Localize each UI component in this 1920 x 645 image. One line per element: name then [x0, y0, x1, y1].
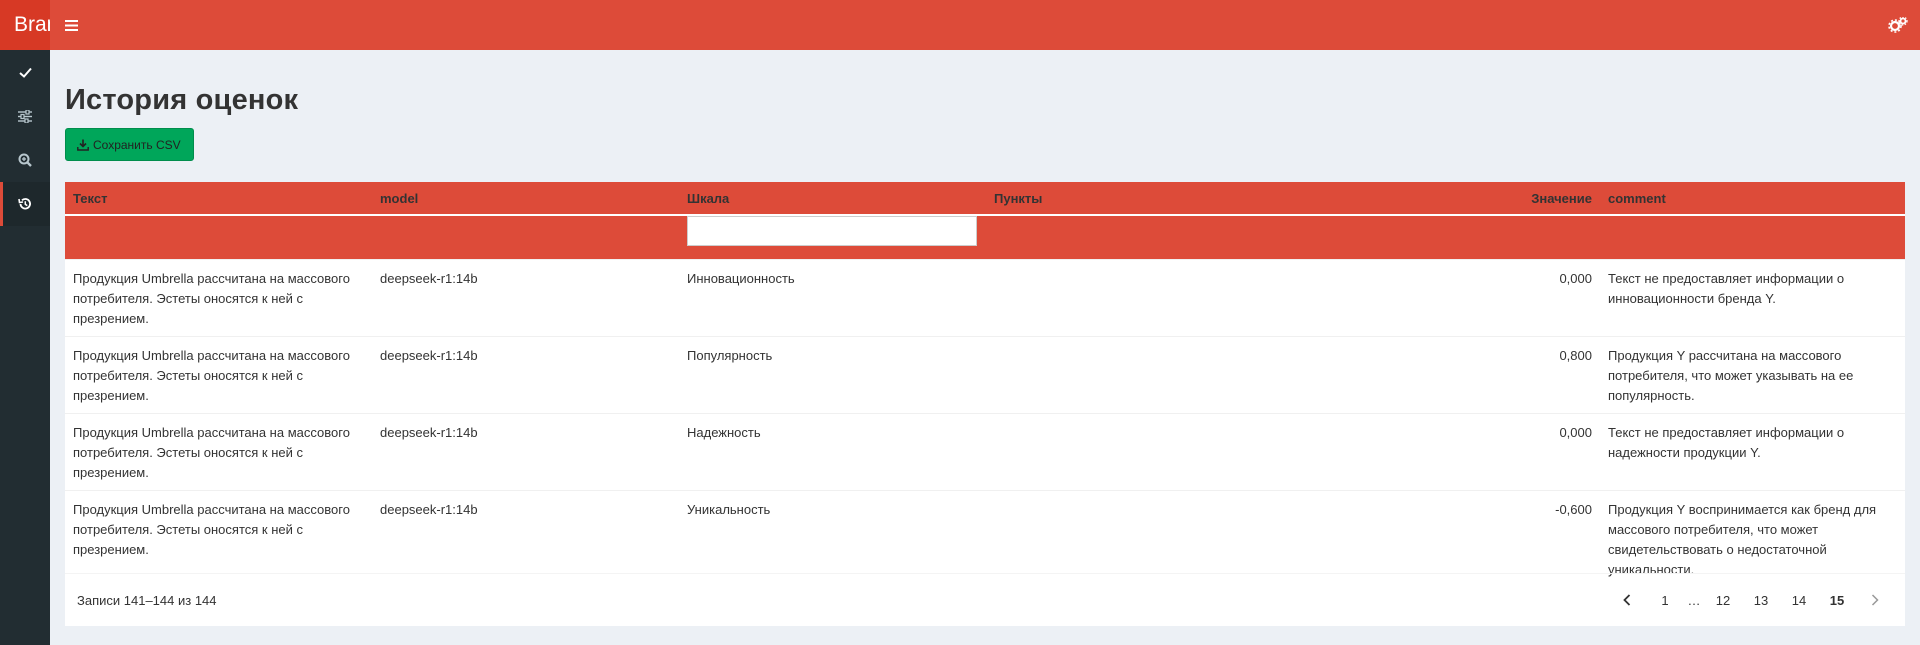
gears-icon — [1888, 17, 1908, 33]
chevron-left-icon — [1623, 594, 1631, 606]
hamburger-icon — [64, 19, 78, 31]
cell-value: 0,800 — [1293, 335, 1600, 413]
history-table-box: Текст model Шкала Пункты Значение commen… — [65, 182, 1905, 626]
page-button-13[interactable]: 13 — [1743, 593, 1779, 608]
table-filter-row — [65, 214, 1905, 259]
page-button-12[interactable]: 12 — [1705, 593, 1741, 608]
page-ellipsis: … — [1687, 592, 1701, 608]
table-row: Продукция Umbrella рассчитана на массово… — [65, 258, 1905, 336]
column-header-value[interactable]: Значение — [1293, 182, 1600, 216]
search-plus-icon — [18, 153, 32, 167]
column-header-points[interactable]: Пункты — [986, 182, 1293, 216]
column-header-model[interactable]: model — [372, 182, 679, 216]
save-csv-button[interactable]: Сохранить CSV — [65, 128, 194, 161]
column-header-comment[interactable]: comment — [1600, 182, 1905, 216]
check-icon — [18, 67, 32, 78]
cell-value: 0,000 — [1293, 258, 1600, 336]
download-icon — [77, 139, 89, 151]
sidebar-toggle-button[interactable] — [50, 0, 92, 50]
column-header-text[interactable]: Текст — [65, 182, 372, 216]
cell-value: 0,000 — [1293, 412, 1600, 490]
sidebar-item-evaluate[interactable] — [0, 50, 50, 94]
page-title: История оценок — [65, 84, 299, 116]
cell-model: deepseek-r1:14b — [372, 258, 679, 336]
records-info: Записи 141–144 из 144 — [77, 592, 217, 608]
cell-points — [986, 412, 1293, 490]
table-header-row: Текст model Шкала Пункты Значение commen… — [65, 182, 1905, 216]
cell-comment: Текст не предоставляет информации о наде… — [1600, 412, 1905, 490]
cell-scale: Инновационность — [679, 258, 986, 336]
scale-filter-input[interactable] — [687, 216, 977, 246]
cell-text: Продукция Umbrella рассчитана на массово… — [65, 335, 372, 413]
brand-text: Brand — [14, 13, 50, 36]
brand-logo[interactable]: Brand — [0, 0, 50, 50]
page-button-15-current[interactable]: 15 — [1819, 593, 1855, 608]
page-button-14[interactable]: 14 — [1781, 593, 1817, 608]
pagination: 1 … 12 13 14 15 — [1609, 593, 1893, 608]
cell-points — [986, 258, 1293, 336]
save-csv-label: Сохранить CSV — [93, 137, 181, 152]
settings-button[interactable] — [1876, 0, 1920, 50]
chevron-right-icon — [1871, 594, 1879, 606]
cell-text: Продукция Umbrella рассчитана на массово… — [65, 258, 372, 336]
cell-points — [986, 335, 1293, 413]
main-content: История оценок Сохранить CSV Текст model… — [50, 50, 1920, 645]
sidebar-item-history[interactable] — [0, 182, 50, 226]
table-row: Продукция Umbrella рассчитана на массово… — [65, 335, 1905, 413]
history-icon — [18, 198, 31, 210]
column-header-scale[interactable]: Шкала — [679, 182, 986, 216]
cell-comment: Продукция Y рассчитана на массового потр… — [1600, 335, 1905, 413]
top-navbar: Brand — [0, 0, 1920, 50]
cell-model: deepseek-r1:14b — [372, 335, 679, 413]
next-page-button[interactable] — [1857, 594, 1893, 606]
sliders-icon — [18, 109, 32, 123]
table-row: Продукция Umbrella рассчитана на массово… — [65, 412, 1905, 490]
cell-text: Продукция Umbrella рассчитана на массово… — [65, 412, 372, 490]
cell-comment: Текст не предоставляет информации о инно… — [1600, 258, 1905, 336]
sidebar-item-search[interactable] — [0, 138, 50, 182]
table-footer: Записи 141–144 из 144 1 … 12 13 14 15 — [65, 573, 1905, 626]
cell-scale: Надежность — [679, 412, 986, 490]
history-table: Текст model Шкала Пункты Значение commen… — [65, 182, 1905, 587]
sidebar-item-settings[interactable] — [0, 94, 50, 138]
cell-scale: Популярность — [679, 335, 986, 413]
cell-model: deepseek-r1:14b — [372, 412, 679, 490]
page-button-1[interactable]: 1 — [1647, 593, 1683, 608]
sidebar — [0, 50, 50, 645]
previous-page-button[interactable] — [1609, 594, 1645, 606]
